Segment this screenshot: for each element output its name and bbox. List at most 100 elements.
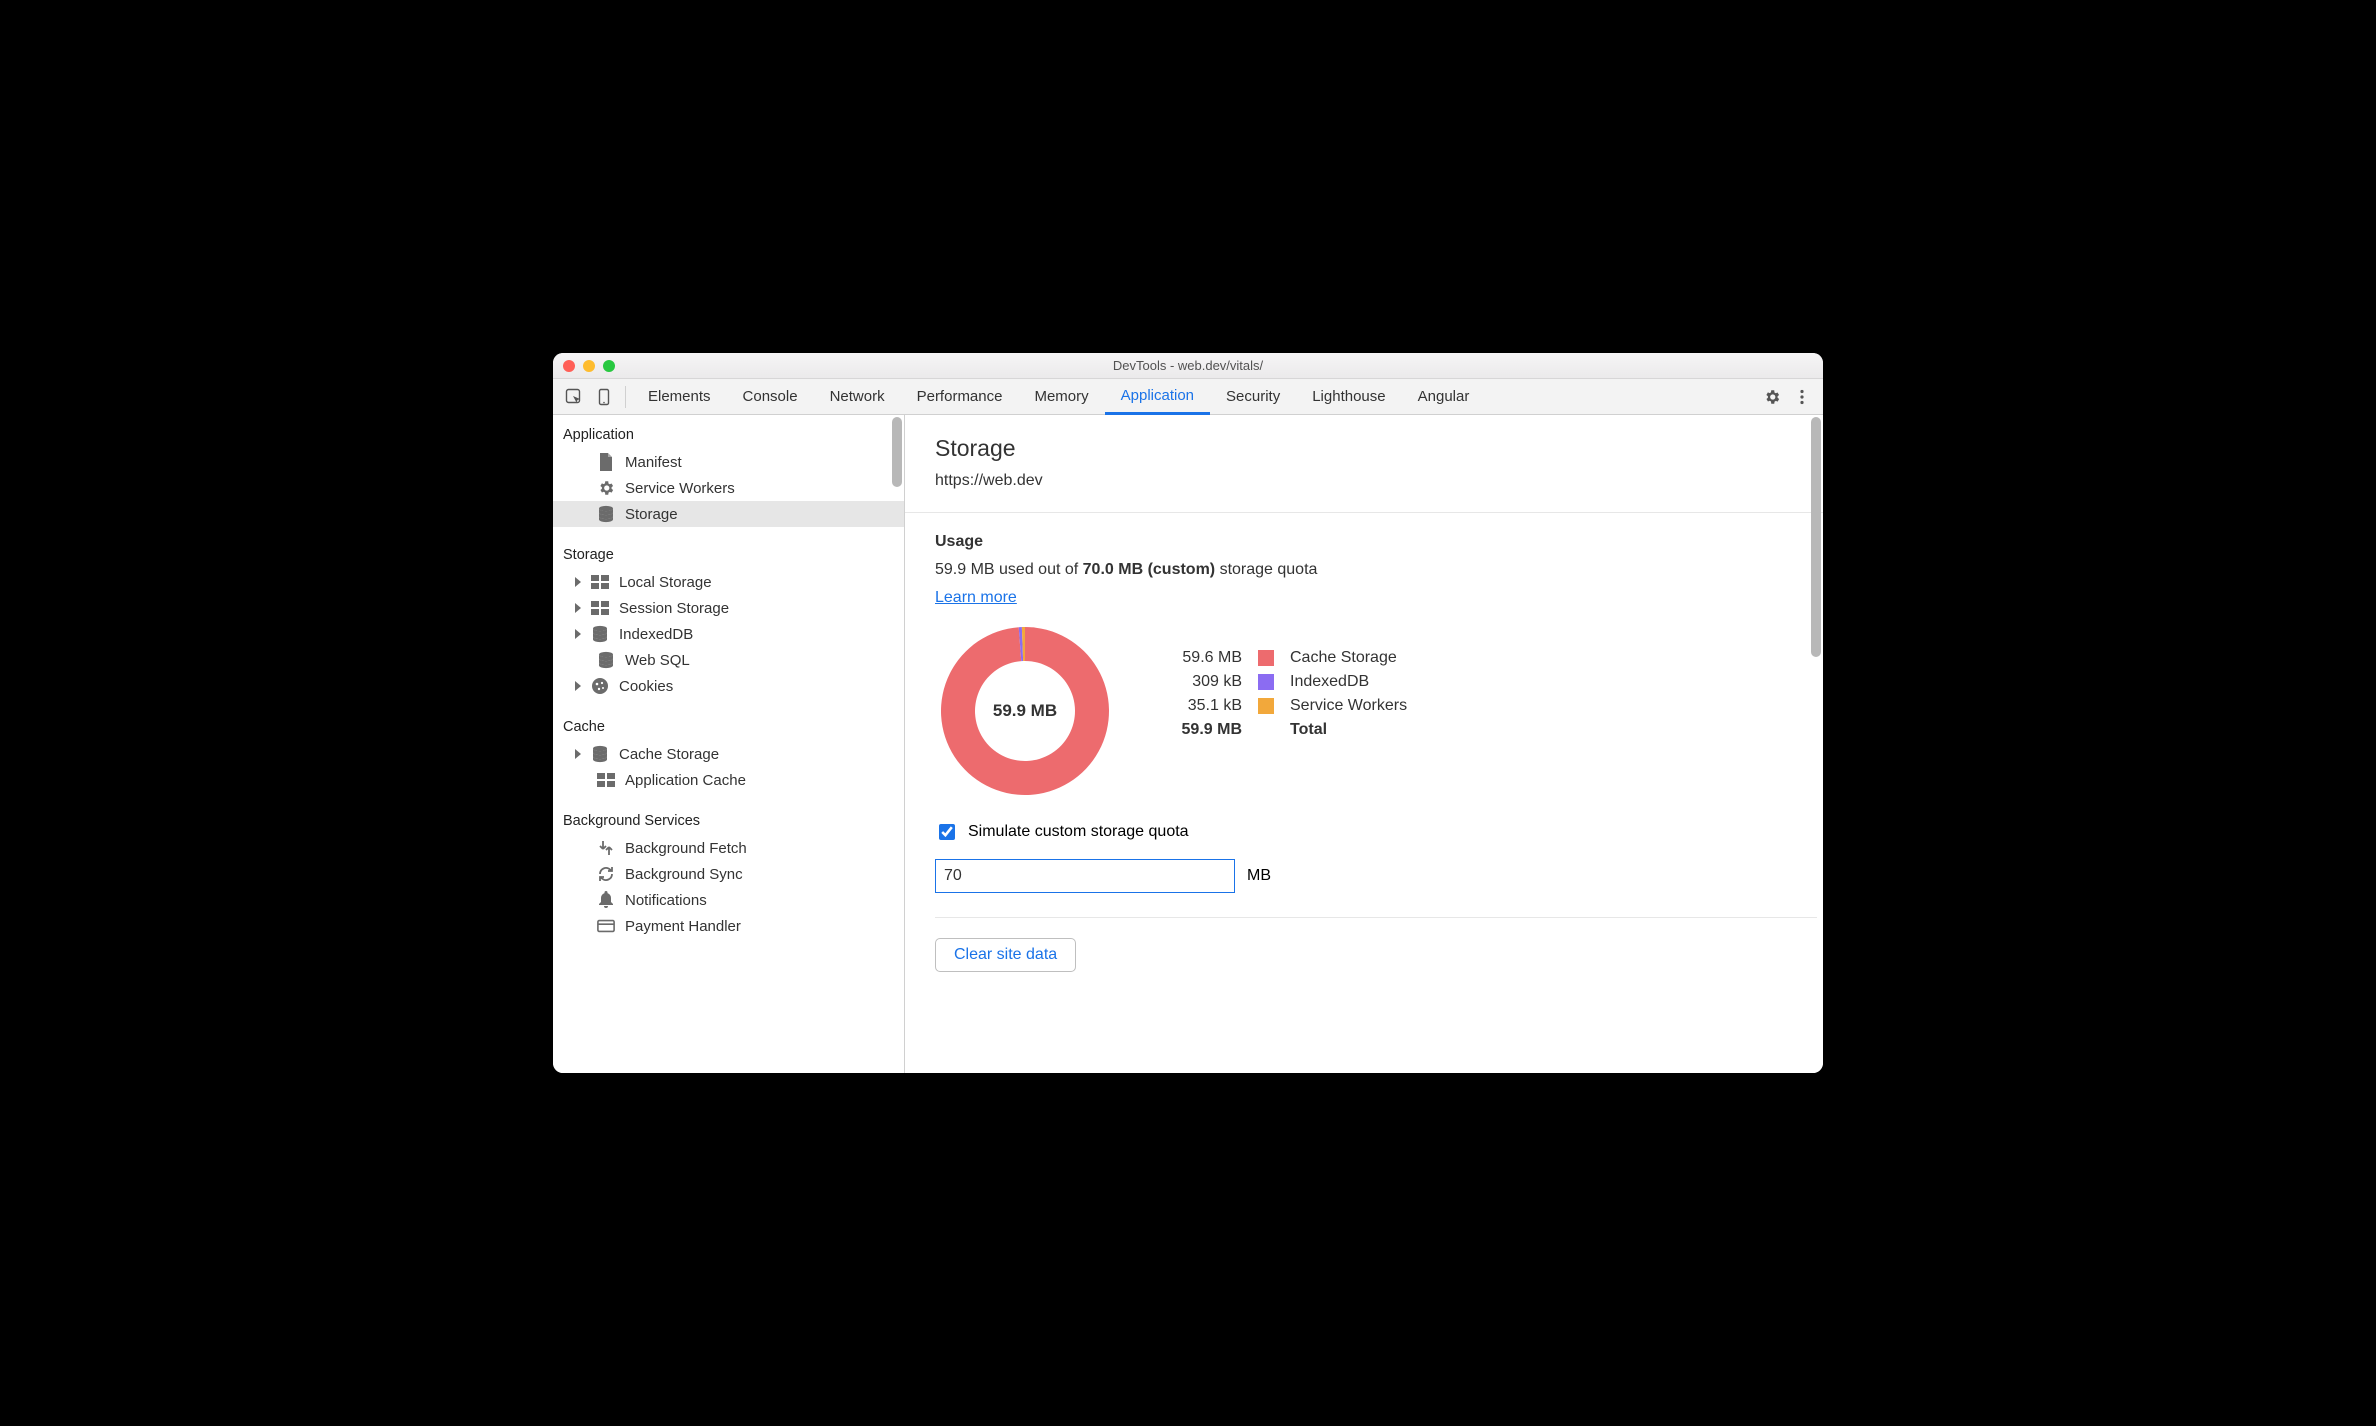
sidebar-item-local-storage[interactable]: Local Storage	[553, 569, 904, 595]
sidebar-item-label: Application Cache	[625, 772, 746, 789]
footer: Clear site data	[935, 917, 1817, 992]
tab-security[interactable]: Security	[1210, 379, 1296, 415]
tab-performance[interactable]: Performance	[901, 379, 1019, 415]
cookie-icon	[591, 677, 609, 695]
chevron-right-icon	[575, 749, 581, 759]
legend-value: 35.1 kB	[1170, 697, 1250, 715]
grid-icon	[591, 573, 609, 591]
minimize-icon[interactable]	[583, 360, 595, 372]
scrollbar-thumb[interactable]	[1811, 417, 1821, 657]
scrollbar-thumb[interactable]	[892, 417, 902, 487]
grid-icon	[597, 771, 615, 789]
gear-icon	[597, 479, 615, 497]
tab-network[interactable]: Network	[814, 379, 901, 415]
fetch-icon	[597, 839, 615, 857]
sidebar-item-service-workers[interactable]: Service Workers	[553, 475, 904, 501]
sidebar-item-payment-handler[interactable]: Payment Handler	[553, 913, 904, 939]
inspect-icon[interactable]	[559, 383, 589, 411]
usage-donut-chart: 59.9 MB	[935, 621, 1115, 801]
sidebar-group-title: Storage	[553, 541, 904, 569]
chevron-right-icon	[575, 629, 581, 639]
bell-icon	[597, 891, 615, 909]
learn-more-link[interactable]: Learn more	[935, 589, 1017, 607]
database-icon	[597, 651, 615, 669]
card-icon	[597, 917, 615, 935]
sidebar-item-application-cache[interactable]: Application Cache	[553, 767, 904, 793]
legend-name: IndexedDB	[1282, 673, 1415, 691]
gear-icon[interactable]	[1757, 383, 1787, 411]
titlebar: DevTools - web.dev/vitals/	[553, 353, 1823, 379]
chevron-right-icon	[575, 681, 581, 691]
more-icon[interactable]	[1787, 383, 1817, 411]
usage-summary: 59.9 MB used out of 70.0 MB (custom) sto…	[935, 561, 1817, 579]
database-icon	[591, 745, 609, 763]
devtools-window: DevTools - web.dev/vitals/ ElementsConso…	[553, 353, 1823, 1073]
legend-row: 35.1 kB Service Workers	[1170, 697, 1415, 715]
tab-memory[interactable]: Memory	[1018, 379, 1104, 415]
sidebar-item-label: Service Workers	[625, 480, 735, 497]
legend-name: Service Workers	[1282, 697, 1415, 715]
sidebar-item-label: Local Storage	[619, 574, 712, 591]
tab-elements[interactable]: Elements	[632, 379, 727, 415]
sidebar-item-label: Background Fetch	[625, 840, 747, 857]
sidebar-item-label: IndexedDB	[619, 626, 693, 643]
quota-unit-label: MB	[1247, 867, 1271, 885]
sidebar-item-notifications[interactable]: Notifications	[553, 887, 904, 913]
legend-total-value: 59.9 MB	[1170, 721, 1250, 739]
tab-application[interactable]: Application	[1105, 379, 1210, 415]
simulate-quota-checkbox[interactable]	[939, 824, 955, 840]
legend-swatch	[1250, 649, 1282, 667]
panel-title: Storage	[935, 435, 1817, 462]
legend-name: Cache Storage	[1282, 649, 1415, 667]
device-toggle-icon[interactable]	[589, 383, 619, 411]
legend-row: 59.6 MBCache Storage	[1170, 649, 1415, 667]
sidebar-item-background-sync[interactable]: Background Sync	[553, 861, 904, 887]
window-title: DevTools - web.dev/vitals/	[1113, 358, 1263, 373]
simulate-quota-label: Simulate custom storage quota	[968, 823, 1189, 841]
sidebar-group-title: Application	[553, 421, 904, 449]
sidebar-item-manifest[interactable]: Manifest	[553, 449, 904, 475]
close-icon[interactable]	[563, 360, 575, 372]
chevron-right-icon	[575, 603, 581, 613]
sidebar-group-title: Background Services	[553, 807, 904, 835]
legend-swatch	[1250, 673, 1282, 691]
legend-swatch	[1250, 697, 1282, 715]
legend-row: 309 kB IndexedDB	[1170, 673, 1415, 691]
database-icon	[597, 505, 615, 523]
divider	[625, 386, 626, 408]
sidebar-item-indexeddb[interactable]: IndexedDB	[553, 621, 904, 647]
sidebar-item-web-sql[interactable]: Web SQL	[553, 647, 904, 673]
usage-heading: Usage	[935, 533, 1817, 551]
application-sidebar[interactable]: Application Manifest Service Workers Storag…	[553, 415, 905, 1073]
quota-input[interactable]	[935, 859, 1235, 893]
clear-site-data-button[interactable]: Clear site data	[935, 938, 1076, 972]
sync-icon	[597, 865, 615, 883]
chevron-right-icon	[575, 577, 581, 587]
maximize-icon[interactable]	[603, 360, 615, 372]
sidebar-item-label: Storage	[625, 506, 678, 523]
sidebar-item-label: Cookies	[619, 678, 673, 695]
sidebar-item-storage[interactable]: Storage	[553, 501, 904, 527]
devtools-body: Application Manifest Service Workers Storag…	[553, 415, 1823, 1073]
sidebar-item-label: Web SQL	[625, 652, 690, 669]
grid-icon	[591, 599, 609, 617]
sidebar-item-background-fetch[interactable]: Background Fetch	[553, 835, 904, 861]
database-icon	[591, 625, 609, 643]
usage-legend: 59.6 MBCache Storage 309 kB IndexedDB 35.1 …	[1170, 643, 1415, 745]
sidebar-item-cookies[interactable]: Cookies	[553, 673, 904, 699]
usage-section: Usage 59.9 MB used out of 70.0 MB (custo…	[935, 513, 1817, 917]
sidebar-item-label: Background Sync	[625, 866, 743, 883]
donut-center-label: 59.9 MB	[935, 621, 1115, 801]
sidebar-item-session-storage[interactable]: Session Storage	[553, 595, 904, 621]
sidebar-group-title: Cache	[553, 713, 904, 741]
tab-angular[interactable]: Angular	[1402, 379, 1486, 415]
simulate-quota-row: Simulate custom storage quota	[935, 821, 1817, 843]
sidebar-item-label: Payment Handler	[625, 918, 741, 935]
sidebar-item-label: Manifest	[625, 454, 682, 471]
legend-total-row: 59.9 MBTotal	[1170, 721, 1415, 739]
legend-value: 309 kB	[1170, 673, 1250, 691]
tab-console[interactable]: Console	[727, 379, 814, 415]
tab-lighthouse[interactable]: Lighthouse	[1296, 379, 1401, 415]
file-icon	[597, 453, 615, 471]
sidebar-item-cache-storage[interactable]: Cache Storage	[553, 741, 904, 767]
